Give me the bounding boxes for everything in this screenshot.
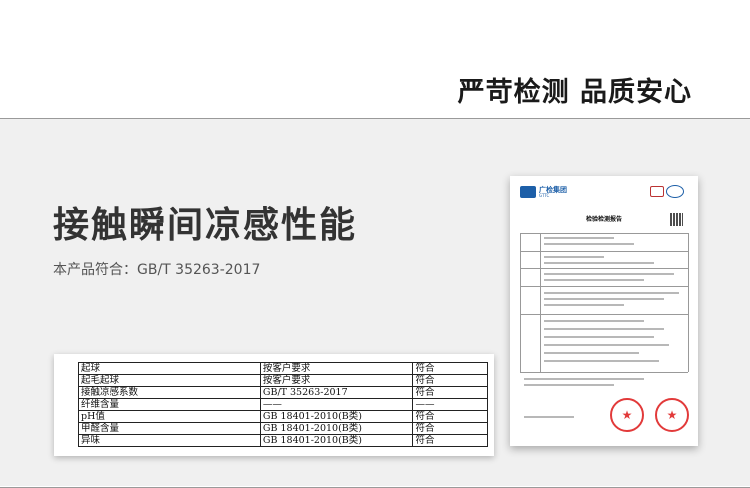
table-row: 起球 按客户要求 符合 [78, 362, 488, 375]
requirement-cell: —— [259, 398, 414, 411]
report-rule [688, 233, 689, 372]
table-row: 甲醛含量 GB 18401-2010(B类) 符合 [78, 422, 488, 435]
report-text-line [544, 328, 664, 330]
report-text-line [544, 273, 674, 275]
report-text-line [544, 360, 659, 362]
requirement-cell: 按客户要求 [259, 362, 414, 375]
report-text-line [544, 304, 624, 306]
test-item-cell: 异味 [78, 434, 261, 447]
result-cell: 符合 [412, 374, 488, 387]
test-item-cell: 纤维含量 [78, 398, 261, 411]
report-rule [520, 268, 688, 269]
report-rule [520, 314, 688, 315]
table-row: 纤维含量 —— —— [78, 398, 488, 411]
red-seal-stamp-icon: ★ [655, 398, 689, 432]
report-rule [520, 286, 688, 287]
standard-value: GB/T 35263-2017 [137, 262, 261, 278]
header-area: 严苛检测 品质安心 [0, 0, 750, 118]
report-text-line [544, 279, 644, 281]
test-item-cell: pH值 [78, 410, 261, 423]
requirement-cell: GB 18401-2010(B类) [259, 434, 414, 447]
requirement-cell: GB/T 35263-2017 [259, 386, 414, 399]
requirement-cell: GB 18401-2010(B类) [259, 410, 414, 423]
qr-code-icon [670, 213, 683, 226]
result-cell: 符合 [412, 410, 488, 423]
red-seal-stamp-icon: ★ [610, 398, 644, 432]
report-text-line [544, 320, 644, 322]
table-row: pH值 GB 18401-2010(B类) 符合 [78, 410, 488, 423]
result-cell: 符合 [412, 386, 488, 399]
report-rule [520, 251, 688, 252]
test-item-cell: 起球 [78, 362, 261, 375]
table-row: 起毛起球 按客户要求 符合 [78, 374, 488, 387]
report-rule [520, 233, 688, 234]
test-item-cell: 起毛起球 [78, 374, 261, 387]
report-rule [520, 372, 688, 373]
report-text-line [544, 298, 664, 300]
result-cell: 符合 [412, 362, 488, 375]
report-text-line [524, 378, 644, 380]
result-cell: 符合 [412, 434, 488, 447]
standard-prefix: 本产品符合： [53, 262, 137, 278]
results-table-card: 起球 按客户要求 符合 起毛起球 按客户要求 符合 接触凉感系数 GB/T 35263-201… [54, 354, 494, 456]
test-item-cell: 接触凉感系数 [78, 386, 261, 399]
result-cell: —— [412, 398, 488, 411]
org-logo-icon [520, 186, 536, 198]
report-text-line [524, 416, 574, 418]
cma-badge-icon [650, 186, 664, 197]
report-text-line [544, 352, 639, 354]
results-table: 起球 按客户要求 符合 起毛起球 按客户要求 符合 接触凉感系数 GB/T 35263-201… [78, 362, 488, 447]
standard-compliance: 本产品符合：GB/T 35263-2017 [53, 259, 260, 279]
table-row: 接触凉感系数 GB/T 35263-2017 符合 [78, 386, 488, 399]
report-text-line [544, 237, 614, 239]
requirement-cell: 按客户要求 [259, 374, 414, 387]
report-text-line [524, 384, 614, 386]
feature-title: 接触瞬间凉感性能 [53, 205, 358, 246]
slogan-heading: 严苛检测 品质安心 [457, 77, 692, 108]
report-text-line [544, 243, 634, 245]
table-row: 异味 GB 18401-2010(B类) 符合 [78, 434, 488, 447]
report-text-line [544, 292, 679, 294]
report-rule [520, 233, 521, 372]
report-rule [540, 233, 541, 372]
test-report-document: 广检集团 GTTC 检验检测报告 ★ ★ [510, 176, 698, 446]
report-text-line [544, 256, 604, 258]
report-text-line [544, 262, 654, 264]
report-text-line [544, 336, 654, 338]
requirement-cell: GB 18401-2010(B类) [259, 422, 414, 435]
cnas-badge-icon [666, 185, 684, 198]
test-item-cell: 甲醛含量 [78, 422, 261, 435]
result-cell: 符合 [412, 422, 488, 435]
report-text-line [544, 344, 669, 346]
report-org-sub: GTTC [539, 193, 550, 198]
